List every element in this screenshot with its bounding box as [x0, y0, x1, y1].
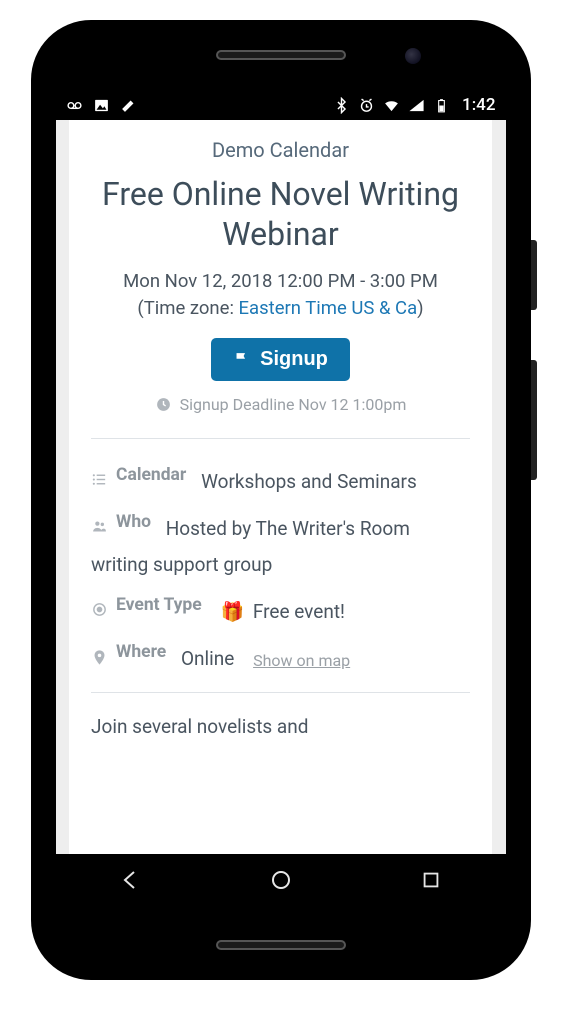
deadline-text: Signup Deadline Nov 12 1:00pm	[180, 395, 407, 414]
image-icon	[93, 97, 110, 114]
back-button[interactable]	[119, 868, 143, 896]
gift-icon: 🎁	[220, 600, 244, 623]
type-value: Free event!	[253, 600, 345, 623]
datetime-text: Mon Nov 12, 2018 12:00 PM - 3:00 PM	[123, 270, 438, 292]
voicemail-icon	[66, 97, 83, 114]
status-bar: 1:42	[56, 90, 506, 120]
flag-icon	[233, 351, 250, 368]
home-button[interactable]	[269, 868, 293, 896]
show-on-map-link[interactable]: Show on map	[253, 651, 350, 670]
signup-deadline: Signup Deadline Nov 12 1:00pm	[91, 395, 470, 414]
divider	[91, 692, 470, 693]
signal-icon	[408, 97, 425, 114]
timezone-link[interactable]: Eastern Time US & Ca	[239, 297, 418, 319]
info-row-where: Where Online Show on map	[91, 636, 470, 677]
android-nav-bar	[56, 854, 506, 910]
calendar-value: Workshops and Seminars	[201, 470, 417, 493]
recents-button[interactable]	[420, 869, 442, 895]
event-datetime: Mon Nov 12, 2018 12:00 PM - 3:00 PM (Tim…	[91, 268, 470, 322]
radio-icon	[91, 597, 108, 614]
edit-icon	[120, 97, 137, 114]
front-camera	[405, 48, 421, 64]
pin-icon	[91, 645, 108, 662]
type-label: Event Type	[116, 589, 202, 622]
alarm-icon	[358, 97, 375, 114]
speaker-grille-top	[216, 50, 346, 60]
tz-suffix: )	[417, 297, 423, 319]
page-title: Free Online Novel Writing Webinar	[91, 174, 470, 254]
battery-icon	[433, 97, 450, 114]
list-icon	[91, 467, 108, 484]
bluetooth-icon	[333, 97, 350, 114]
wifi-icon	[383, 97, 400, 114]
event-info: Calendar Workshops and Seminars Who Host…	[91, 459, 470, 678]
info-row-who: Who Hosted by The Writer's Room writing …	[91, 506, 470, 583]
info-row-calendar: Calendar Workshops and Seminars	[91, 459, 470, 500]
who-label: Who	[116, 506, 151, 539]
phone-frame: 1:42 Demo Calendar Free Online Novel Wri…	[31, 20, 531, 980]
status-clock: 1:42	[462, 95, 495, 115]
people-icon	[91, 514, 108, 531]
clock-icon	[155, 396, 172, 413]
where-label: Where	[116, 636, 166, 669]
calendar-label: Calendar	[116, 459, 186, 492]
breadcrumb[interactable]: Demo Calendar	[91, 138, 470, 162]
divider	[91, 438, 470, 439]
screen: 1:42 Demo Calendar Free Online Novel Wri…	[56, 90, 506, 910]
signup-button[interactable]: Signup	[211, 338, 350, 381]
speaker-grille-bottom	[216, 940, 346, 950]
where-value: Online	[181, 648, 234, 671]
event-card: Demo Calendar Free Online Novel Writing …	[69, 120, 492, 854]
tz-prefix: (Time zone:	[137, 297, 238, 319]
signup-label: Signup	[260, 348, 328, 371]
app-content: Demo Calendar Free Online Novel Writing …	[56, 120, 506, 854]
info-row-type: Event Type 🎁 Free event!	[91, 589, 470, 630]
event-description: Join several novelists and	[91, 713, 470, 742]
side-button-1	[531, 240, 537, 310]
side-button-2	[531, 360, 537, 480]
